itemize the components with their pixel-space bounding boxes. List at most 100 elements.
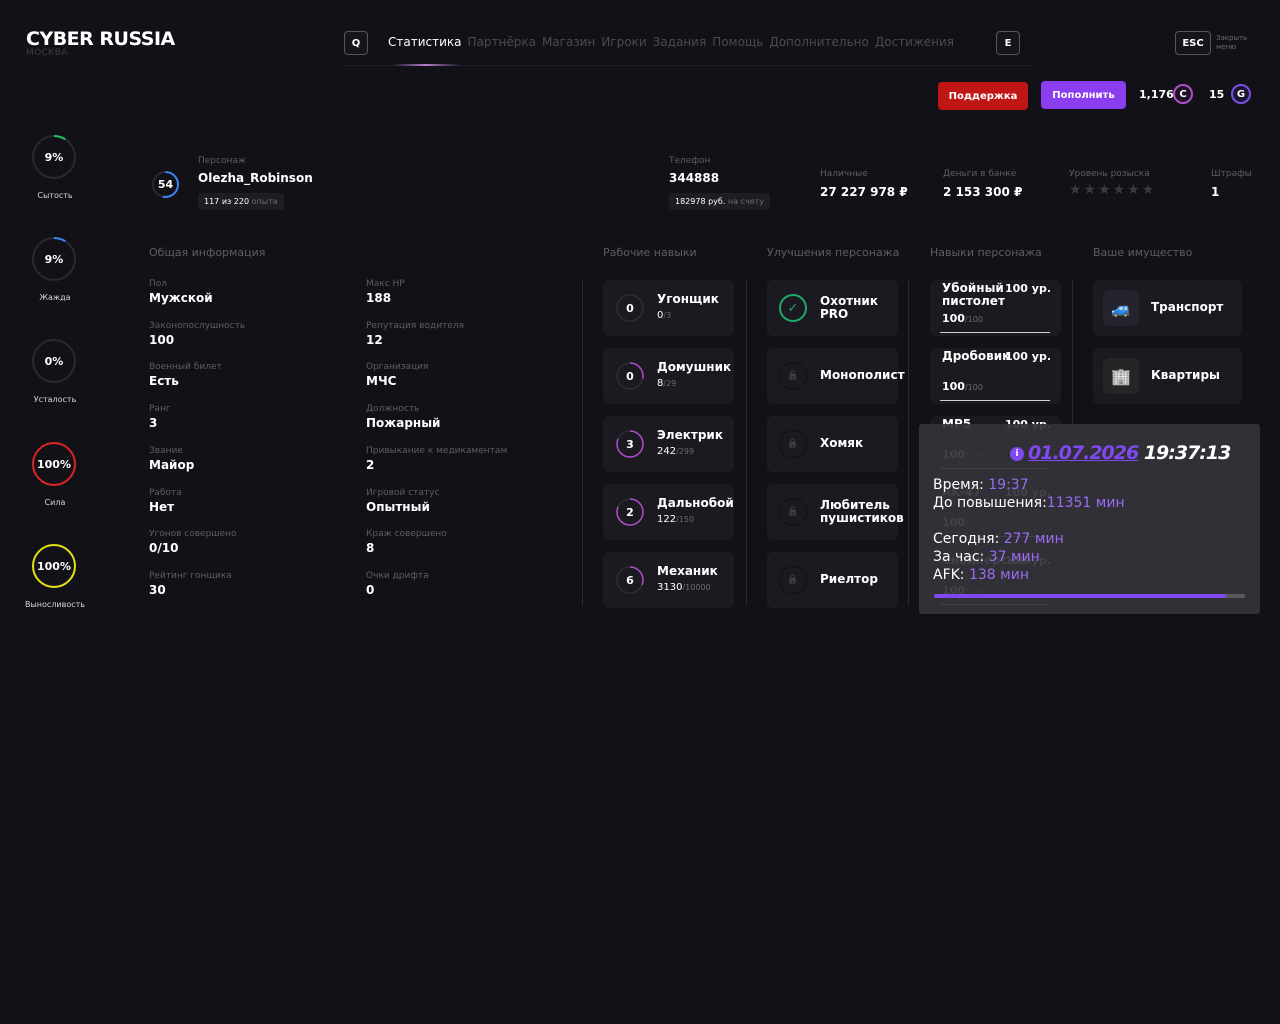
- next-tab-key-button[interactable]: E: [996, 31, 1020, 55]
- overlay-row-until-promotion: До повышения:11351 мин: [933, 495, 1125, 511]
- playtime-overlay: i 01.07.2026 19:37:13 Время: 19:37 До по…: [919, 424, 1260, 614]
- weapon-progress-current: 100: [942, 380, 965, 393]
- work-skill-card[interactable]: 3 Электрик 242/299: [603, 416, 734, 472]
- skill-level-ring: 0: [615, 293, 645, 323]
- info-field-label: Военный билет: [149, 362, 222, 372]
- upgrade-card[interactable]: 🔒 Любитель пушистиков: [767, 484, 904, 540]
- overlay-date: 01.07.2026: [1028, 442, 1139, 464]
- info-field-label: Пол: [149, 279, 168, 289]
- close-menu-button[interactable]: ESC: [1175, 31, 1211, 55]
- skill-level: 3: [626, 437, 634, 451]
- main-nav: Статистика Партнёрка Магазин Игроки Зада…: [388, 35, 960, 49]
- upgrade-card[interactable]: 🔒 Хомяк: [767, 416, 898, 472]
- level-ring: 54: [151, 170, 180, 199]
- search-key-button[interactable]: Q: [344, 31, 368, 55]
- overlay-row-label: Время:: [933, 477, 984, 493]
- experience-pill: 117 из 220 опыта: [198, 193, 284, 210]
- skill-name: Механик: [657, 564, 718, 578]
- work-skill-card[interactable]: 0 Угонщик 0/3: [603, 280, 734, 336]
- tab-help[interactable]: Помощь: [712, 35, 763, 49]
- info-field: Краж совершено 8: [366, 529, 447, 555]
- weapon-skill-card[interactable]: Дробовик 100 ур. 100/100: [930, 348, 1061, 404]
- overlay-datetime: 01.07.2026 19:37:13: [1028, 442, 1231, 464]
- upgrade-name-line: Хомяк: [820, 436, 864, 450]
- property-name: Транспорт: [1151, 300, 1224, 314]
- info-field: Игровой статус Опытный: [366, 488, 439, 514]
- upgrade-card[interactable]: ✓ Охотник PRO: [767, 280, 898, 336]
- coin-g-icon: G: [1231, 84, 1251, 104]
- info-field-label: Ранг: [149, 404, 171, 414]
- tab-statistics[interactable]: Статистика: [388, 35, 462, 49]
- building-icon: 🏢: [1103, 358, 1139, 394]
- support-button[interactable]: Поддержка: [938, 82, 1028, 110]
- property-card[interactable]: 🚙 Транспорт: [1093, 280, 1242, 336]
- tab-extra[interactable]: Дополнительно: [769, 35, 869, 49]
- info-field: Организация МЧС: [366, 362, 428, 388]
- info-field-value: Опытный: [366, 500, 430, 514]
- skill-progress-current: 242: [657, 446, 677, 457]
- info-field-label: Организация: [366, 362, 429, 372]
- info-field: Законопослушность 100: [149, 321, 245, 347]
- info-field-value: 2: [366, 458, 375, 472]
- brand-logo: CYBER RUSSIA МОСКВА: [26, 28, 175, 58]
- character-name: Olezha_Robinson: [198, 171, 313, 185]
- overlay-row-label: До повышения:: [933, 495, 1047, 511]
- phone-balance-suffix: на счету: [727, 197, 765, 206]
- phone-balance-value: 182978 руб.: [675, 197, 726, 206]
- divider: [746, 280, 747, 606]
- skill-progress: 242/299: [657, 446, 694, 457]
- info-field: Работа Нет: [149, 488, 182, 514]
- need-value: 100%: [37, 559, 71, 573]
- level-value: 54: [157, 178, 174, 191]
- work-skill-card[interactable]: 2 Дальнобой 122/150: [603, 484, 734, 540]
- need-label: Сытость: [37, 191, 73, 200]
- work-skill-card[interactable]: 6 Механик 3130/10000: [603, 552, 734, 608]
- upgrade-card[interactable]: 🔒 Монополист: [767, 348, 905, 404]
- topup-button[interactable]: Пополнить: [1041, 81, 1126, 109]
- upgrade-name-line: Риелтор: [820, 572, 878, 586]
- general-info-title: Общая информация: [149, 246, 266, 259]
- tab-players[interactable]: Игроки: [601, 35, 646, 49]
- tab-partner[interactable]: Партнёрка: [468, 35, 536, 49]
- experience-suffix: опыта: [251, 197, 278, 206]
- upgrade-card[interactable]: 🔒 Риелтор: [767, 552, 898, 608]
- work-skills-title: Рабочие навыки: [603, 246, 697, 259]
- skill-progress-max: /3: [663, 311, 672, 320]
- wanted-stars: ★★★★★★: [1069, 182, 1157, 198]
- coins-g-value: 15: [1209, 88, 1225, 101]
- coin-c-icon: C: [1173, 84, 1193, 104]
- skill-progress: 8/29: [657, 378, 676, 389]
- info-field-value: Мужской: [149, 291, 213, 305]
- need-ring: 9%: [31, 236, 77, 282]
- tab-tasks[interactable]: Задания: [653, 35, 707, 49]
- weapon-progress-bar: [940, 400, 1050, 401]
- info-field-value: Пожарный: [366, 416, 441, 430]
- weapon-skill-card[interactable]: Убойный пистолет 100 ур. 100/100: [930, 280, 1061, 336]
- weapon-progress-max: /100: [964, 315, 983, 324]
- overlay-progress-bar: [934, 594, 1245, 598]
- upgrade-name-line: пушистиков: [820, 511, 904, 525]
- property-card[interactable]: 🏢 Квартиры: [1093, 348, 1242, 404]
- skill-progress: 122/150: [657, 514, 694, 525]
- need-value: 9%: [44, 150, 64, 164]
- info-field: Угонов совершено 0/10: [149, 529, 236, 555]
- tab-achievements[interactable]: Достижения: [875, 35, 954, 49]
- overlay-row-label: AFK:: [933, 567, 965, 583]
- info-field-value: 0/10: [149, 541, 179, 555]
- bank-value: 2 153 300 ₽: [943, 185, 1023, 199]
- skill-level: 0: [626, 301, 634, 315]
- skill-progress-max: /10000: [682, 583, 711, 592]
- info-field-label: Рейтинг гонщика: [149, 571, 232, 581]
- need-label: Усталость: [33, 395, 77, 404]
- check-icon: ✓: [779, 294, 807, 322]
- overlay-row-afk: AFK: 138 мин: [933, 567, 1029, 583]
- skill-name: Дальнобой: [657, 496, 734, 510]
- info-field: Звание Майор: [149, 446, 194, 472]
- car-icon: 🚙: [1103, 290, 1139, 326]
- info-field-label: Макс HP: [366, 279, 405, 289]
- info-field: Репутация водителя 12: [366, 321, 464, 347]
- skill-level-ring: 3: [615, 429, 645, 459]
- brand-title: CYBER RUSSIA: [26, 28, 175, 50]
- work-skill-card[interactable]: 0 Домушник 8/29: [603, 348, 734, 404]
- tab-shop[interactable]: Магазин: [542, 35, 595, 49]
